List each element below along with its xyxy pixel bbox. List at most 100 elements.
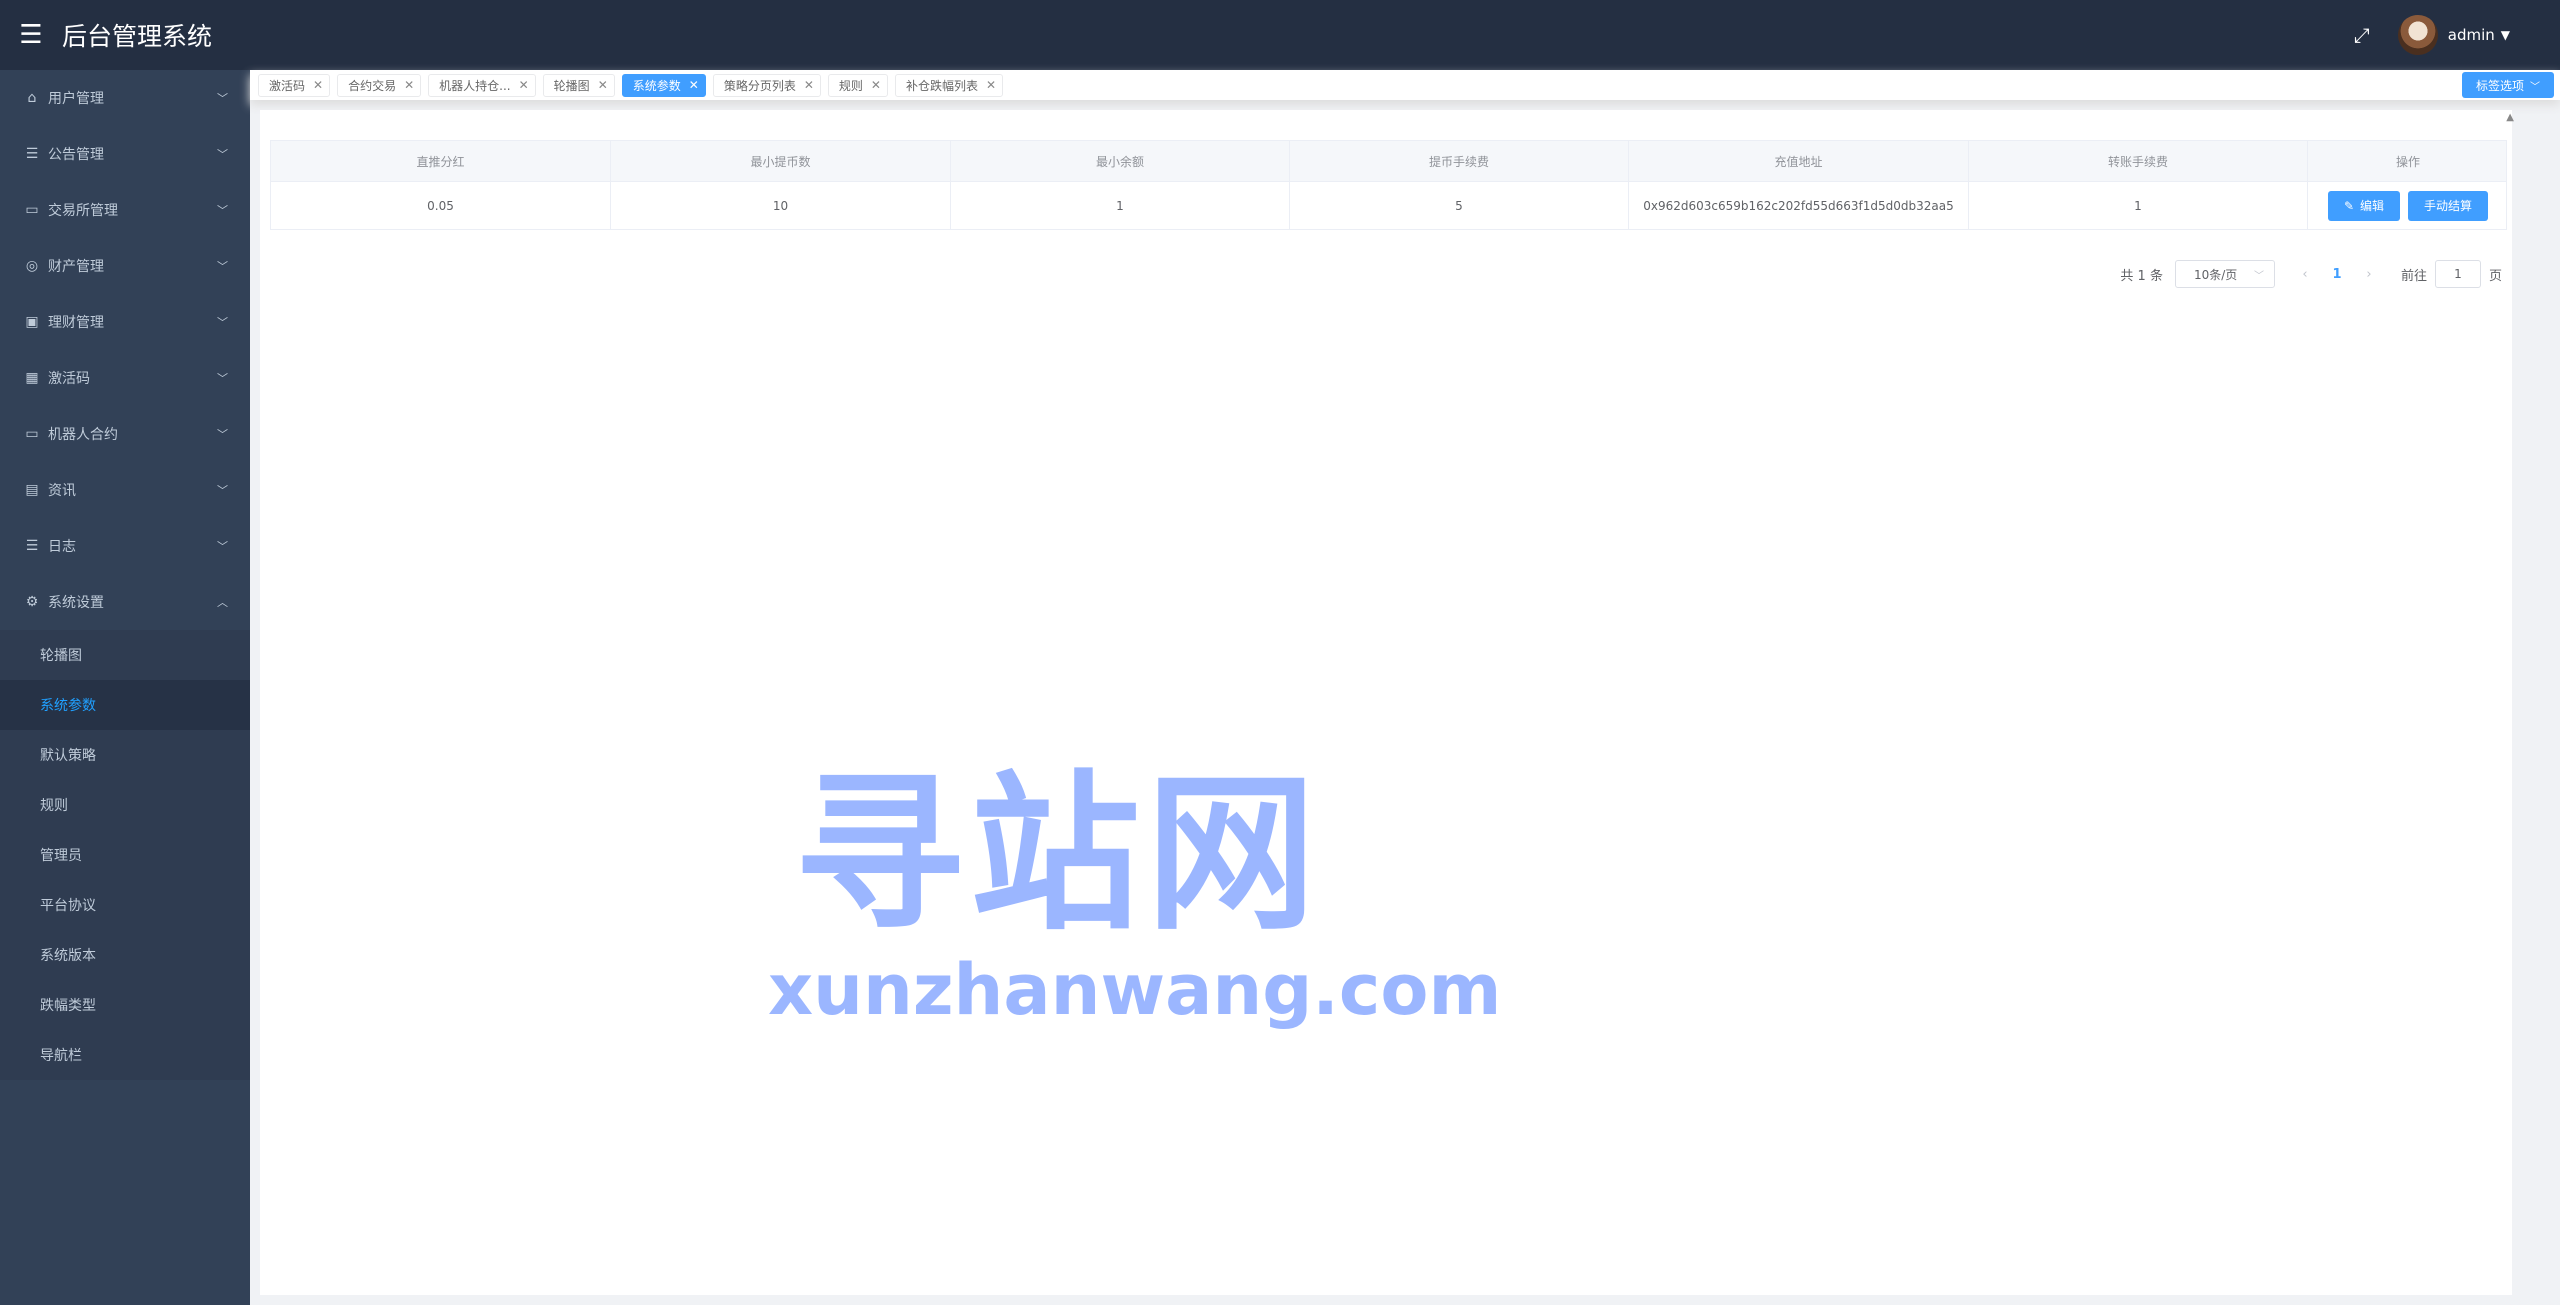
goto-page-input[interactable]: 1 (2434, 260, 2481, 288)
chevron-down-icon: ﹀ (217, 204, 228, 217)
sidebar-item-activation-code[interactable]: ▦ 激活码 ﹀ (0, 350, 250, 406)
goto-label: 前往 (2400, 268, 2427, 284)
tag-label: 激活码 (269, 78, 306, 93)
edit-button[interactable]: ✎ 编辑 (2327, 190, 2401, 221)
sidebar-item-logs[interactable]: ☰ 日志 ﹀ (0, 518, 250, 574)
sidebar-item-label: 用户管理 (48, 91, 104, 107)
tag-system-params[interactable]: 系统参数 ✕ (621, 73, 706, 97)
sidebar-subitem-drop-type[interactable]: 跌幅类型 (0, 980, 250, 1030)
sidebar-item-label: 财产管理 (48, 259, 104, 275)
fullscreen-icon[interactable]: ⤢ (2354, 23, 2370, 47)
avatar[interactable] (2397, 15, 2438, 55)
cell-transfer-fee: 1 (1969, 182, 2308, 229)
caret-down-icon[interactable]: ▼ (2501, 28, 2510, 42)
sidebar-subitem-default-strategy[interactable]: 默认策略 (0, 730, 250, 780)
tag-activation-code[interactable]: 激活码 ✕ (258, 73, 331, 97)
tag-label: 规则 (838, 78, 863, 93)
tag-carousel[interactable]: 轮播图 ✕ (542, 73, 615, 97)
tag-strategy-page-list[interactable]: 策略分页列表 ✕ (712, 73, 821, 97)
chevron-down-icon: ﹀ (217, 428, 228, 441)
sidebar-item-asset-management[interactable]: ◎ 财产管理 ﹀ (0, 238, 250, 294)
document-icon: ▤ (25, 482, 39, 498)
pagination: 共 1 条 10条/页 ﹀ ‹ 1 › 前往 1 页 (2120, 260, 2502, 288)
tag-label: 机器人持仓... (439, 78, 511, 93)
sidebar-subitem-navbar[interactable]: 导航栏 (0, 1030, 250, 1080)
sidebar: ⌂ 用户管理 ﹀ ☰ 公告管理 ﹀ ▭ 交易所管理 ﹀ ◎ 财产管理 ﹀ ▣ 理… (0, 70, 250, 1305)
chevron-down-icon: ﹀ (217, 260, 228, 273)
cell-deposit-address: 0x962d603c659b162c202fd55d663f1d5d0db32a… (1629, 182, 1969, 229)
page-size-select[interactable]: 10条/页 ﹀ (2174, 260, 2275, 288)
chevron-down-icon: ﹀ (217, 316, 228, 329)
watermark-text-en: xunzhanwang.com (768, 949, 1502, 1031)
close-icon[interactable]: ✕ (598, 78, 608, 92)
close-icon[interactable]: ✕ (404, 78, 414, 92)
header-right: ⤢ admin ▼ (2354, 0, 2510, 70)
chevron-down-icon: ﹀ (217, 540, 228, 553)
sidebar-item-finance-management[interactable]: ▣ 理财管理 ﹀ (0, 294, 250, 350)
watermark: 寻站网 xunzhanwang.com (768, 770, 1502, 1031)
monitor-icon: ▭ (25, 426, 39, 442)
manual-settle-button[interactable]: 手动结算 (2408, 190, 2489, 221)
cell-actions: ✎ 编辑 手动结算 (2308, 182, 2508, 229)
close-icon[interactable]: ✕ (689, 78, 699, 92)
chevron-down-icon: ﹀ (2253, 270, 2264, 282)
close-icon[interactable]: ✕ (313, 78, 323, 92)
cell-min-balance: 1 (951, 182, 1290, 229)
page-suffix: 页 (2488, 268, 2502, 284)
tag-label: 补仓跌幅列表 (905, 78, 978, 93)
close-icon[interactable]: ✕ (871, 78, 881, 92)
sidebar-item-label: 系统设置 (48, 595, 104, 611)
tag-contract-trade[interactable]: 合约交易 ✕ (337, 73, 422, 97)
main-content: 直推分红 最小提币数 最小余额 提币手续费 充值地址 转账手续费 操作 0.05… (260, 110, 2514, 1295)
prev-page-icon[interactable]: ‹ (2291, 267, 2319, 282)
tag-label: 系统参数 (632, 78, 681, 93)
next-page-icon[interactable]: › (2355, 267, 2383, 282)
column-header: 最小提币数 (611, 141, 951, 181)
cell-min-withdraw: 10 (611, 182, 951, 229)
sidebar-item-label: 理财管理 (48, 315, 104, 331)
sidebar-subitem-carousel[interactable]: 轮播图 (0, 630, 250, 680)
sidebar-subitem-platform-agreement[interactable]: 平台协议 (0, 880, 250, 930)
sidebar-subitem-admins[interactable]: 管理员 (0, 830, 250, 880)
sidebar-subitem-system-params[interactable]: 系统参数 (0, 680, 250, 730)
tag-options-label: 标签选项 (2475, 78, 2524, 93)
bag-icon: ▣ (25, 314, 39, 330)
column-header: 操作 (2395, 154, 2420, 169)
cell-withdraw-fee: 5 (1290, 182, 1629, 229)
column-header: 转账手续费 (1969, 141, 2308, 181)
sidebar-item-user-management[interactable]: ⌂ 用户管理 ﹀ (0, 70, 250, 126)
menu-icon[interactable]: ☰ (0, 0, 62, 70)
scroll-up-icon[interactable]: ▲ (2506, 112, 2514, 123)
close-icon[interactable]: ✕ (986, 78, 996, 92)
chevron-down-icon: ﹀ (217, 148, 228, 161)
tag-rules[interactable]: 规则 ✕ (827, 73, 888, 97)
tag-refill-drop-list[interactable]: 补仓跌幅列表 ✕ (894, 73, 1004, 97)
app-title: 后台管理系统 (62, 22, 213, 51)
pagination-total: 共 1 条 (2120, 268, 2163, 284)
sidebar-item-label: 机器人合约 (48, 427, 118, 443)
sidebar-item-news[interactable]: ▤ 资讯 ﹀ (0, 462, 250, 518)
sidebar-subitem-system-version[interactable]: 系统版本 (0, 930, 250, 980)
close-icon[interactable]: ✕ (804, 78, 814, 92)
chevron-down-icon: ﹀ (217, 372, 228, 385)
top-header: ☰ 后台管理系统 ⤢ admin ▼ (0, 0, 2560, 70)
tag-robot-position[interactable]: 机器人持仓... ✕ (428, 73, 536, 97)
tags-bar: 激活码 ✕ 合约交易 ✕ 机器人持仓... ✕ 轮播图 ✕ 系统参数 ✕ 策略分… (250, 70, 2560, 100)
username[interactable]: admin (2448, 26, 2495, 44)
sidebar-item-notice-management[interactable]: ☰ 公告管理 ﹀ (0, 126, 250, 182)
sidebar-subitem-rules[interactable]: 规则 (0, 780, 250, 830)
column-header: 直推分红 (271, 141, 611, 181)
sidebar-item-exchange-management[interactable]: ▭ 交易所管理 ﹀ (0, 182, 250, 238)
monitor-icon: ▭ (25, 202, 39, 218)
close-icon[interactable]: ✕ (519, 78, 529, 92)
page-number[interactable]: 1 (2323, 267, 2351, 282)
tag-label: 轮播图 (553, 78, 590, 93)
sidebar-item-system-settings[interactable]: ⚙ 系统设置 ︿ (0, 574, 250, 630)
tag-options-button[interactable]: 标签选项 ﹀ (2461, 72, 2554, 98)
table-header: 直推分红 最小提币数 最小余额 提币手续费 充值地址 转账手续费 操作 (271, 141, 2506, 181)
sidebar-item-label: 公告管理 (48, 147, 104, 163)
chevron-up-icon: ︿ (217, 596, 228, 609)
column-header: 最小余额 (951, 141, 1290, 181)
tag-label: 合约交易 (348, 78, 397, 93)
sidebar-item-robot-contract[interactable]: ▭ 机器人合约 ﹀ (0, 406, 250, 462)
